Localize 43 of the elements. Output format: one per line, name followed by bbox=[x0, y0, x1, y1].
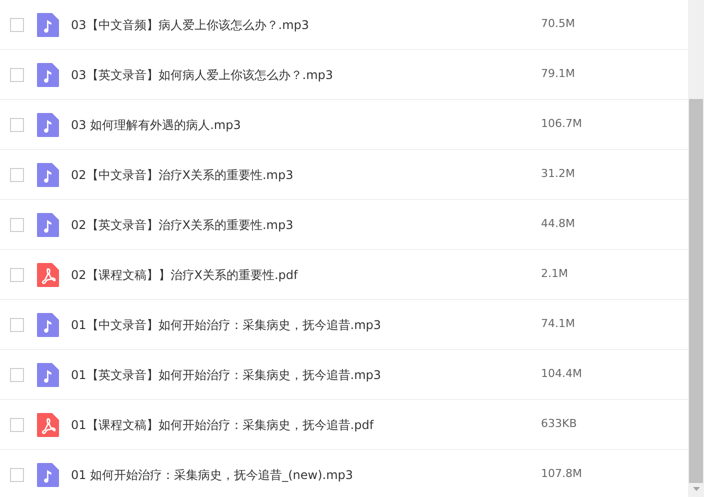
music-file-icon bbox=[37, 162, 59, 186]
music-file-icon bbox=[37, 362, 59, 386]
file-size: 74.1M bbox=[541, 316, 575, 332]
checkbox[interactable] bbox=[10, 318, 24, 332]
checkbox[interactable] bbox=[10, 468, 24, 482]
checkbox[interactable] bbox=[10, 18, 24, 32]
file-name[interactable]: 02【中文录音】治疗X关系的重要性.mp3 bbox=[71, 166, 541, 184]
music-file-icon bbox=[37, 312, 59, 336]
music-file-icon bbox=[37, 212, 59, 236]
file-name[interactable]: 01【课程文稿】如何开始治疗：采集病史，抚今追昔.pdf bbox=[71, 416, 541, 434]
music-file-icon bbox=[37, 12, 59, 36]
checkbox[interactable] bbox=[10, 268, 24, 282]
scroll-down-icon[interactable] bbox=[692, 487, 700, 491]
file-name[interactable]: 01【中文录音】如何开始治疗：采集病史，抚今追昔.mp3 bbox=[71, 316, 541, 334]
file-size: 633KB bbox=[541, 416, 577, 432]
file-size: 106.7M bbox=[541, 116, 582, 132]
file-size: 44.8M bbox=[541, 216, 575, 232]
file-size: 70.5M bbox=[541, 16, 575, 32]
file-size: 2.1M bbox=[541, 266, 568, 282]
file-name[interactable]: 03【中文音频】病人爱上你该怎么办？.mp3 bbox=[71, 16, 541, 34]
file-name[interactable]: 01【英文录音】如何开始治疗：采集病史，抚今追昔.mp3 bbox=[71, 366, 541, 384]
checkbox[interactable] bbox=[10, 218, 24, 232]
file-size: 104.4M bbox=[541, 366, 582, 382]
file-size: 107.8M bbox=[541, 466, 582, 482]
file-name[interactable]: 02【英文录音】治疗X关系的重要性.mp3 bbox=[71, 216, 541, 234]
checkbox[interactable] bbox=[10, 68, 24, 82]
music-file-icon bbox=[37, 462, 59, 486]
file-name[interactable]: 03 如何理解有外遇的病人.mp3 bbox=[71, 116, 541, 134]
file-name[interactable]: 03【英文录音】如何病人爱上你该怎么办？.mp3 bbox=[71, 66, 541, 84]
checkbox[interactable] bbox=[10, 368, 24, 382]
file-name[interactable]: 02【课程文稿】】治疗X关系的重要性.pdf bbox=[71, 266, 541, 284]
scrollbar[interactable] bbox=[688, 0, 704, 497]
checkbox[interactable] bbox=[10, 418, 24, 432]
pdf-file-icon bbox=[37, 412, 59, 436]
file-name[interactable]: 01 如何开始治疗：采集病史，抚今追昔_(new).mp3 bbox=[71, 466, 541, 484]
scrollbar-thumb[interactable] bbox=[689, 99, 703, 483]
file-size: 31.2M bbox=[541, 166, 575, 182]
checkbox[interactable] bbox=[10, 168, 24, 182]
music-file-icon bbox=[37, 62, 59, 86]
file-size: 79.1M bbox=[541, 66, 575, 82]
music-file-icon bbox=[37, 112, 59, 136]
checkbox[interactable] bbox=[10, 118, 24, 132]
pdf-file-icon bbox=[37, 262, 59, 286]
